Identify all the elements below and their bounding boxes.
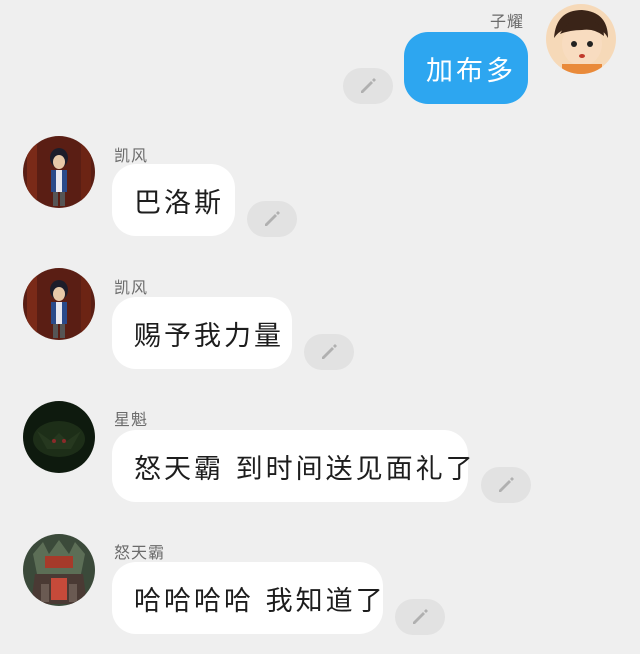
sender-name: 凯风	[114, 278, 149, 297]
pencil-icon	[499, 477, 514, 492]
message-bubble[interactable]: 巴洛斯	[112, 164, 235, 236]
edit-button[interactable]	[247, 201, 297, 237]
avatar[interactable]	[23, 534, 95, 606]
pencil-icon	[413, 609, 428, 624]
edit-button[interactable]	[343, 68, 393, 104]
sender-name: 子耀	[490, 12, 525, 31]
message-bubble[interactable]: 赐予我力量	[112, 297, 292, 369]
message-bubble[interactable]: 怒天霸 到时间送见面礼了	[112, 430, 473, 502]
edit-button[interactable]	[395, 599, 445, 635]
message-bubble[interactable]: 哈哈哈哈 我知道了	[112, 562, 383, 634]
pencil-icon	[265, 211, 280, 226]
avatar[interactable]	[546, 4, 616, 74]
edit-button[interactable]	[481, 467, 531, 503]
avatar[interactable]	[23, 401, 95, 473]
pencil-icon	[322, 344, 337, 359]
sender-name: 星魁	[114, 410, 149, 429]
avatar[interactable]	[23, 268, 95, 340]
edit-button[interactable]	[304, 334, 354, 370]
message-bubble[interactable]: 加布多	[404, 32, 528, 104]
pencil-icon	[361, 78, 376, 93]
avatar[interactable]	[23, 136, 95, 208]
sender-name: 凯风	[114, 146, 149, 165]
sender-name: 怒天霸	[114, 543, 166, 562]
